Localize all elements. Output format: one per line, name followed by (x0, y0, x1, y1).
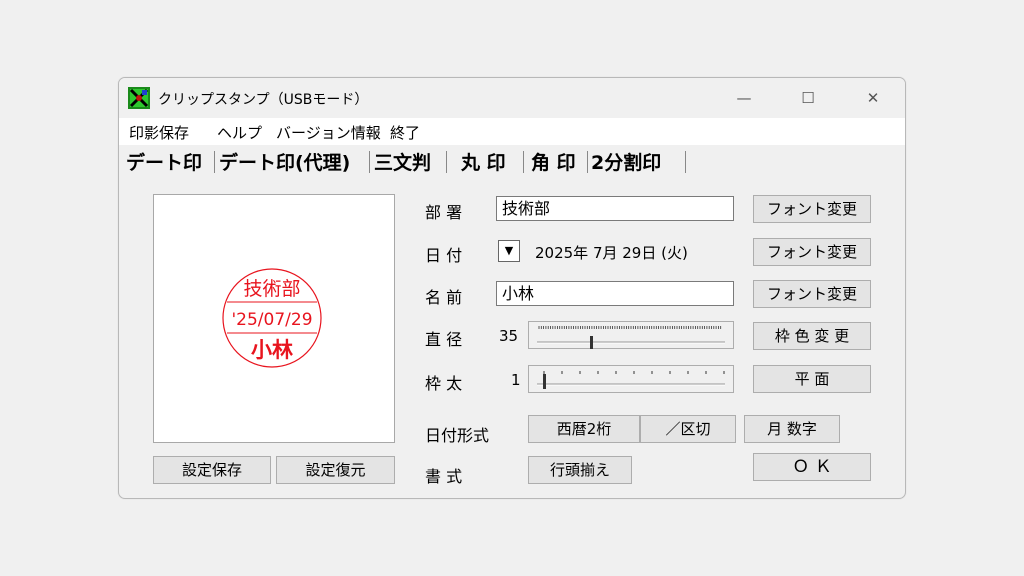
frame-width-label: 枠 太 (425, 374, 463, 393)
name-input[interactable]: 小林 (496, 281, 734, 306)
ok-button[interactable]: Ｏ Ｋ (753, 453, 871, 481)
stamp-date-text: '25/07/29 (231, 310, 312, 330)
stamp-department-text: 技術部 (243, 278, 300, 300)
menu-help[interactable]: ヘルプ (217, 122, 262, 143)
department-label: 部 署 (425, 203, 463, 222)
tab-separator (214, 151, 215, 173)
tab-sanmonban[interactable]: 三文判 (374, 148, 431, 175)
frame-color-button[interactable]: 枠 色 変 更 (753, 322, 871, 350)
menu-version-info[interactable]: バージョン情報 (276, 122, 381, 143)
tab-round-stamp[interactable]: 丸 印 (461, 148, 506, 175)
name-font-button[interactable]: フォント変更 (753, 280, 871, 308)
tab-date-stamp[interactable]: デート印 (126, 148, 202, 175)
menu-save-impression[interactable]: 印影保存 (129, 122, 189, 143)
date-format-month-button[interactable]: 月 数字 (744, 415, 840, 443)
frame-width-value: 1 (511, 371, 521, 389)
tab-square-stamp[interactable]: 角 印 (531, 148, 576, 175)
date-format-separator-button[interactable]: ／区切 (640, 415, 736, 443)
line-align-button[interactable]: 行頭揃え (528, 456, 632, 484)
stamp-name-text: 小林 (251, 338, 293, 362)
save-settings-button[interactable]: 設定保存 (153, 456, 271, 484)
frame-width-slider-track[interactable] (529, 366, 735, 394)
stamp-preview-panel: 技術部 '25/07/29 小林 (153, 194, 395, 443)
date-format-label: 日付形式 (425, 426, 490, 445)
tab-bar: デート印 デート印(代理) 三文判 丸 印 角 印 2分割印 (119, 145, 905, 175)
frame-width-slider-thumb[interactable] (543, 374, 546, 389)
tab-separator (369, 151, 370, 173)
tab-date-stamp-proxy[interactable]: デート印(代理) (219, 148, 350, 175)
diameter-label: 直 径 (425, 330, 463, 349)
menu-bar: 印影保存 ヘルプ バージョン情報 終了 (119, 118, 905, 145)
minimize-button[interactable]: — (721, 84, 767, 112)
department-font-button[interactable]: フォント変更 (753, 195, 871, 223)
tab-separator (523, 151, 524, 173)
department-input[interactable]: 技術部 (496, 196, 734, 221)
diameter-slider[interactable] (528, 321, 734, 349)
frame-width-slider[interactable] (528, 365, 734, 393)
date-label: 日 付 (425, 246, 463, 265)
title-bar: クリップスタンプ（USBモード） — ☐ ✕ (119, 78, 905, 118)
style-label: 書 式 (425, 467, 463, 486)
tab-split-stamp[interactable]: 2分割印 (591, 148, 661, 175)
diameter-slider-track[interactable] (529, 322, 735, 350)
date-format-year-button[interactable]: 西暦2桁 (528, 415, 640, 443)
app-stamp-icon (128, 87, 150, 109)
window-title: クリップスタンプ（USBモード） (158, 92, 369, 108)
tab-separator (446, 151, 447, 173)
menu-exit[interactable]: 終了 (390, 122, 420, 143)
stamp-preview: 技術部 '25/07/29 小林 (222, 268, 322, 368)
restore-settings-button[interactable]: 設定復元 (276, 456, 395, 484)
close-button[interactable]: ✕ (850, 84, 896, 112)
flat-button[interactable]: 平 面 (753, 365, 871, 393)
diameter-slider-thumb[interactable] (590, 336, 593, 349)
tab-separator (587, 151, 588, 173)
date-value: 2025年 7月 29日 (火) (535, 244, 688, 262)
diameter-value: 35 (499, 327, 519, 345)
app-window: クリップスタンプ（USBモード） — ☐ ✕ 印影保存 ヘルプ バージョン情報 … (118, 77, 906, 499)
tab-separator (685, 151, 686, 173)
date-font-button[interactable]: フォント変更 (753, 238, 871, 266)
name-label: 名 前 (425, 288, 463, 307)
date-dropdown-icon[interactable]: ▼ (498, 240, 520, 262)
maximize-button[interactable]: ☐ (785, 84, 831, 112)
